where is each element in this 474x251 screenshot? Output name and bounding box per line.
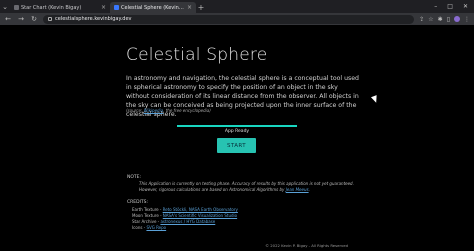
browser-toolbar: ← → ↻ celestialsphere.kevinbigay.dev ⇪ ☆… — [0, 13, 474, 25]
jean-meeus-link[interactable]: Jean Meeus — [286, 187, 309, 192]
wikipedia-link[interactable]: Wikipedia — [144, 108, 164, 113]
toolbar-icons: ⇪ ☆ ✱ ▯ ⋮ — [419, 15, 470, 23]
share-icon[interactable]: ⇪ — [419, 16, 424, 23]
close-tab-icon[interactable]: × — [187, 4, 192, 11]
back-icon[interactable]: ← — [4, 15, 12, 23]
loading-progress-bar — [177, 125, 297, 127]
tab-search-icon[interactable]: ⌄ — [0, 0, 10, 13]
credit-label: Earth Texture - — [132, 207, 163, 212]
credits-heading: CREDITS: — [127, 200, 149, 205]
start-button[interactable]: START — [217, 138, 256, 153]
mouse-cursor-icon — [370, 95, 380, 104]
minimize-icon[interactable]: – — [434, 3, 437, 10]
tab-star-chart[interactable]: Star Chart (Kevin Bigay) × — [10, 2, 110, 13]
favicon-icon — [114, 5, 119, 10]
credit-label: Icons - — [132, 225, 147, 230]
credit-label: Star Archive - — [132, 219, 161, 224]
tab-celestial-sphere[interactable]: Celestial Sphere (Kevin Bigay) × — [110, 2, 196, 13]
note-line2-suffix: . — [308, 187, 310, 192]
address-bar[interactable]: celestialsphere.kevinbigay.dev — [43, 14, 415, 24]
credit-item: Icons - SVG Repo — [132, 225, 166, 230]
page-content: Celestial Sphere In astronomy and naviga… — [0, 25, 474, 251]
copyright-text: © 2022 Kevin P. Bigay - All Rights Reser… — [265, 243, 348, 248]
page-title: Celestial Sphere — [126, 45, 268, 65]
tab-title: Celestial Sphere (Kevin Bigay) — [121, 4, 185, 11]
credit-item: Moon Texture - NASA's Scientific Visuali… — [132, 213, 237, 218]
close-window-icon[interactable]: ✕ — [463, 3, 468, 10]
source-citation: (source: Wikipedia, the free encyclopedi… — [126, 108, 211, 113]
status-text: App Ready — [224, 129, 250, 134]
credit-link[interactable]: SVG Repo — [146, 225, 166, 230]
credit-link[interactable]: NASA's Scientific Visualization Studio — [163, 213, 237, 218]
reload-icon[interactable]: ↻ — [30, 15, 38, 23]
credit-link[interactable]: astronexus / HYG Database — [160, 219, 215, 224]
window-controls: – □ ✕ — [434, 0, 474, 13]
credit-item: Star Archive - astronexus / HYG Database — [132, 219, 215, 224]
credit-item: Earth Texture - Reto Stöckli, NASA Earth… — [132, 207, 238, 212]
sidebar-icon[interactable]: ▯ — [447, 16, 450, 23]
maximize-icon[interactable]: □ — [447, 3, 453, 10]
note-line: However, rigorous calculations are based… — [139, 187, 310, 192]
extensions-icon[interactable]: ✱ — [438, 16, 443, 23]
profile-avatar[interactable] — [454, 15, 460, 22]
bookmark-star-icon[interactable]: ☆ — [428, 16, 433, 23]
new-tab-icon[interactable]: + — [196, 2, 206, 13]
menu-icon[interactable]: ⋮ — [464, 16, 470, 23]
source-suffix: , the free encyclopedia) — [163, 108, 211, 113]
source-prefix: (source: — [126, 108, 144, 113]
note-line: This Application is currently on testing… — [139, 181, 354, 186]
url-text[interactable]: celestialsphere.kevinbigay.dev — [55, 16, 132, 22]
forward-icon[interactable]: → — [17, 15, 25, 23]
note-line2-prefix: However, rigorous calculations are based… — [139, 187, 286, 192]
note-heading: NOTE: — [127, 175, 142, 180]
credit-label: Moon Texture - — [132, 213, 163, 218]
favicon-icon — [14, 5, 19, 10]
credit-link[interactable]: Reto Stöckli, NASA Earth Observatory — [163, 207, 238, 212]
tab-title: Star Chart (Kevin Bigay) — [21, 4, 82, 11]
lock-icon[interactable] — [48, 17, 52, 21]
tab-strip: ⌄ Star Chart (Kevin Bigay) × Celestial S… — [0, 0, 474, 13]
close-tab-icon[interactable]: × — [101, 4, 106, 11]
